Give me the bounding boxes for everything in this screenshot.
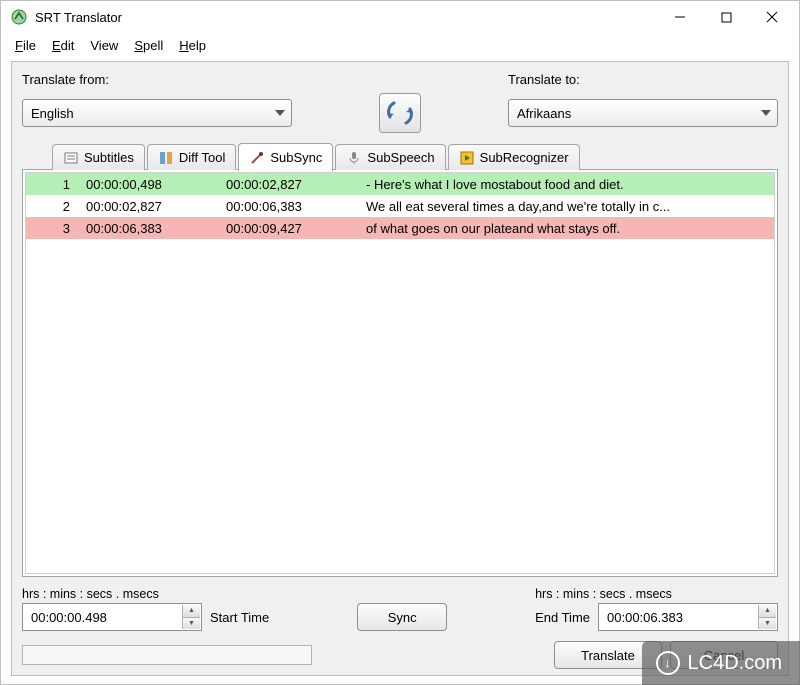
minimize-button[interactable] (657, 2, 703, 32)
tab-subspeech[interactable]: SubSpeech (335, 144, 445, 170)
row-start-time: 00:00:06,383 (86, 221, 226, 236)
row-start-time: 00:00:00,498 (86, 177, 226, 192)
time-controls-row: hrs : mins : secs . msecs 00:00:00.498 ▲… (22, 587, 778, 631)
spinner-up-icon[interactable]: ▲ (758, 605, 776, 618)
tab-subrecognizer[interactable]: SubRecognizer (448, 144, 580, 170)
diff-icon (158, 150, 174, 166)
window-controls (657, 2, 795, 32)
row-text: of what goes on our plateand what stays … (366, 221, 770, 236)
tab-label: Subtitles (84, 150, 134, 165)
start-time-spinner[interactable]: 00:00:00.498 ▲▼ (22, 603, 202, 631)
tab-label: SubSync (270, 150, 322, 165)
language-labels-row: Translate from: Translate to: (22, 72, 778, 87)
table-row[interactable]: 200:00:02,82700:00:06,383We all eat seve… (26, 195, 774, 217)
menu-file[interactable]: File (7, 36, 44, 55)
time-format-label-right: hrs : mins : secs . msecs (535, 587, 672, 601)
tab-subsync[interactable]: SubSync (238, 143, 333, 171)
subsync-icon (249, 150, 265, 166)
tabs-bar: Subtitles Diff Tool SubSync SubSpeech Su… (22, 143, 778, 170)
menu-view[interactable]: View (82, 36, 126, 55)
row-index: 1 (26, 177, 86, 192)
subtitles-icon (63, 150, 79, 166)
menu-edit[interactable]: Edit (44, 36, 82, 55)
spinner-up-icon[interactable]: ▲ (182, 605, 200, 618)
watermark: ↓ LC4D.com (642, 641, 800, 685)
translate-to-select[interactable]: Afrikaans (508, 99, 778, 127)
tab-label: SubSpeech (367, 150, 434, 165)
row-end-time: 00:00:02,827 (226, 177, 366, 192)
menu-spell[interactable]: Spell (126, 36, 171, 55)
menu-help[interactable]: Help (171, 36, 214, 55)
title-bar: SRT Translator (1, 1, 799, 33)
app-window: SRT Translator File Edit View Spell Help… (0, 0, 800, 685)
row-index: 2 (26, 199, 86, 214)
subtitle-table[interactable]: 100:00:00,49800:00:02,827- Here's what I… (22, 169, 778, 577)
translate-from-label: Translate from: (22, 72, 109, 87)
close-button[interactable] (749, 2, 795, 32)
end-time-value: 00:00:06.383 (607, 610, 683, 625)
tab-diff-tool[interactable]: Diff Tool (147, 144, 237, 170)
recognizer-icon (459, 150, 475, 166)
row-end-time: 00:00:09,427 (226, 221, 366, 236)
swap-languages-button[interactable] (379, 93, 421, 133)
translate-from-value: English (31, 106, 74, 121)
time-format-label-left: hrs : mins : secs . msecs (22, 587, 269, 601)
tab-subtitles[interactable]: Subtitles (52, 144, 145, 170)
row-end-time: 00:00:06,383 (226, 199, 366, 214)
spinner-down-icon[interactable]: ▼ (758, 618, 776, 630)
table-row[interactable]: 100:00:00,49800:00:02,827- Here's what I… (26, 173, 774, 195)
row-start-time: 00:00:02,827 (86, 199, 226, 214)
spinner-buttons[interactable]: ▲▼ (182, 605, 200, 629)
translate-from-select[interactable]: English (22, 99, 292, 127)
translate-to-value: Afrikaans (517, 106, 571, 121)
end-time-label: End Time (535, 610, 590, 625)
spinner-buttons[interactable]: ▲▼ (758, 605, 776, 629)
menu-bar: File Edit View Spell Help (1, 33, 799, 57)
end-time-spinner[interactable]: 00:00:06.383 ▲▼ (598, 603, 778, 631)
chevron-down-icon (275, 110, 285, 116)
tab-label: SubRecognizer (480, 150, 569, 165)
start-time-label: Start Time (210, 610, 269, 625)
window-title: SRT Translator (35, 10, 657, 25)
progress-bar (22, 645, 312, 665)
microphone-icon (346, 150, 362, 166)
maximize-button[interactable] (703, 2, 749, 32)
translate-to-label: Translate to: (508, 72, 778, 87)
chevron-down-icon (761, 110, 771, 116)
main-panel: Translate from: Translate to: English (11, 61, 789, 676)
row-text: We all eat several times a day,and we're… (366, 199, 770, 214)
app-icon (11, 9, 27, 25)
watermark-text: LC4D.com (688, 652, 782, 675)
sync-button[interactable]: Sync (357, 603, 447, 631)
row-text: - Here's what I love mostabout food and … (366, 177, 770, 192)
table-row[interactable]: 300:00:06,38300:00:09,427of what goes on… (26, 217, 774, 239)
download-icon: ↓ (656, 651, 680, 675)
row-index: 3 (26, 221, 86, 236)
spinner-down-icon[interactable]: ▼ (182, 618, 200, 630)
start-time-value: 00:00:00.498 (31, 610, 107, 625)
tab-label: Diff Tool (179, 150, 226, 165)
language-controls-row: English Afrikaans (22, 93, 778, 133)
